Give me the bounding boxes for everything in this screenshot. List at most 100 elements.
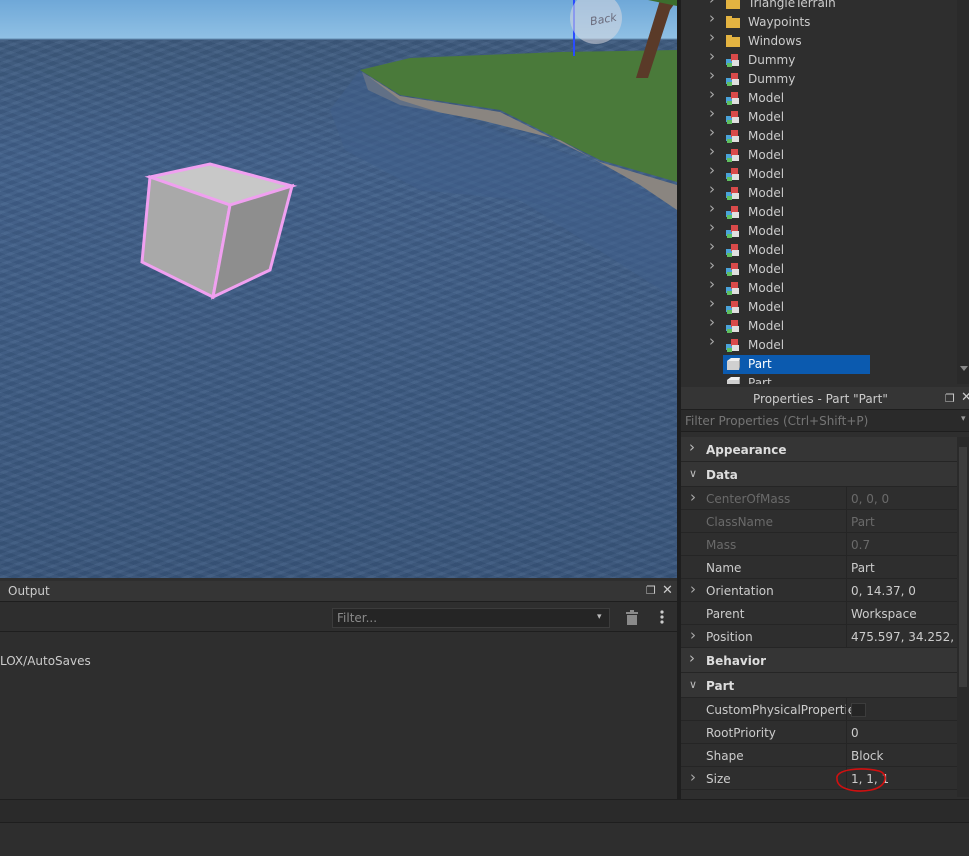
chevron-right-icon[interactable]: › [709, 68, 717, 83]
chevron-down-icon[interactable]: ∨ [689, 467, 697, 480]
category-label: Appearance [706, 443, 787, 457]
explorer-scrollbar[interactable] [957, 0, 969, 384]
close-icon[interactable]: ✕ [961, 390, 969, 405]
3d-viewport[interactable]: Back [0, 0, 677, 578]
explorer-item[interactable]: Part [681, 355, 957, 374]
chevron-right-icon[interactable]: › [690, 580, 696, 598]
property-row[interactable]: › Orientation 0, 14.37, 0 [681, 579, 957, 602]
explorer-item[interactable]: › Model [681, 277, 957, 298]
chevron-right-icon[interactable]: › [690, 768, 696, 786]
column-divider [846, 556, 847, 579]
chevron-right-icon[interactable]: › [709, 315, 717, 330]
undock-icon[interactable]: ❐ [945, 392, 955, 405]
property-category[interactable]: ∨ Data [681, 462, 957, 487]
chevron-right-icon[interactable]: › [709, 125, 717, 140]
explorer-item[interactable]: › Model [681, 106, 957, 127]
property-row[interactable]: Parent Workspace [681, 602, 957, 625]
chevron-right-icon[interactable]: › [709, 277, 717, 292]
chevron-right-icon[interactable]: › [709, 334, 717, 349]
chevron-right-icon[interactable]: › [709, 30, 717, 45]
chevron-right-icon[interactable]: › [709, 182, 717, 197]
explorer-item[interactable]: › Model [681, 144, 957, 165]
chevron-down-icon[interactable]: ∨ [689, 678, 697, 691]
property-value[interactable]: 475.597, 34.252, -... [851, 630, 969, 644]
property-value[interactable]: 0 [851, 726, 859, 740]
explorer-item[interactable]: › Model [681, 239, 957, 260]
column-divider [846, 721, 847, 744]
explorer-item[interactable]: › TriangleTerrain [681, 0, 957, 13]
properties-scrollbar[interactable] [957, 437, 969, 797]
property-name: Parent [706, 607, 745, 621]
explorer-item[interactable]: › Model [681, 201, 957, 222]
explorer-item[interactable]: › Dummy [681, 49, 957, 70]
explorer-item-label: Part [748, 357, 772, 371]
property-value[interactable]: 0, 14.37, 0 [851, 584, 916, 598]
scroll-down-arrow-icon[interactable] [960, 366, 968, 371]
explorer-item[interactable]: › Model [681, 163, 957, 184]
output-title-bar: Output ❐ ✕ [0, 581, 677, 602]
property-row[interactable]: ClassName Part [681, 510, 957, 533]
chevron-right-icon[interactable]: › [709, 220, 717, 235]
properties-title-bar: Properties - Part "Part" ❐ ✕ [681, 387, 969, 410]
chevron-right-icon[interactable]: › [709, 106, 717, 121]
property-row[interactable]: Name Part [681, 556, 957, 579]
explorer-item[interactable]: › Model [681, 182, 957, 203]
properties-filter-input[interactable] [685, 412, 957, 430]
property-row[interactable]: Shape Block [681, 744, 957, 767]
property-name: Name [706, 561, 742, 575]
explorer-item[interactable]: › Model [681, 125, 957, 146]
property-row[interactable]: CustomPhysicalProperties [681, 698, 957, 721]
chevron-right-icon[interactable]: › [709, 201, 717, 216]
explorer-item-label: Windows [748, 34, 802, 48]
output-filter-input[interactable]: Filter... ▾ [332, 608, 610, 628]
chevron-right-icon[interactable]: › [709, 296, 717, 311]
explorer-item[interactable]: › Model [681, 87, 957, 108]
explorer-item[interactable]: › Model [681, 334, 957, 355]
property-category[interactable]: › Appearance [681, 437, 957, 462]
model-icon [726, 73, 739, 86]
chevron-down-icon[interactable]: ▾ [597, 612, 602, 622]
explorer-item[interactable]: › Model [681, 258, 957, 279]
property-category[interactable]: ∨ Part [681, 673, 957, 698]
column-divider [846, 698, 847, 721]
chevron-right-icon[interactable]: › [709, 144, 717, 159]
explorer-item[interactable]: › Waypoints [681, 11, 957, 32]
chevron-right-icon[interactable]: › [709, 163, 717, 178]
property-row[interactable]: RootPriority 0 [681, 721, 957, 744]
close-icon[interactable]: ✕ [662, 583, 673, 598]
property-value: 0, 0, 0 [851, 492, 890, 506]
property-row[interactable]: › CenterOfMass 0, 0, 0 [681, 487, 957, 510]
properties-title: Properties - Part "Part" [753, 392, 888, 406]
filter-dropdown-icon[interactable]: ▾ [961, 414, 966, 424]
property-category[interactable]: › Behavior [681, 648, 957, 673]
property-value[interactable]: Block [851, 749, 883, 763]
undock-icon[interactable]: ❐ [646, 584, 656, 597]
explorer-item[interactable]: Part [681, 374, 957, 384]
command-bar[interactable] [0, 799, 969, 823]
chevron-right-icon[interactable]: › [689, 649, 695, 667]
explorer-item[interactable]: › Model [681, 296, 957, 317]
chevron-right-icon[interactable]: › [689, 438, 695, 456]
property-value[interactable]: Workspace [851, 607, 917, 621]
explorer-item[interactable]: › Model [681, 315, 957, 336]
property-row[interactable]: › Size 1, 1, 1 [681, 767, 957, 790]
chevron-right-icon[interactable]: › [690, 626, 696, 644]
property-checkbox[interactable] [851, 703, 866, 717]
chevron-right-icon[interactable]: › [709, 49, 717, 64]
chevron-right-icon[interactable]: › [709, 11, 717, 26]
chevron-right-icon[interactable]: › [709, 87, 717, 102]
trash-icon[interactable] [625, 610, 639, 625]
explorer-item[interactable]: › Windows [681, 30, 957, 51]
chevron-right-icon[interactable]: › [709, 0, 717, 7]
chevron-right-icon[interactable]: › [709, 258, 717, 273]
property-row[interactable]: › Position 475.597, 34.252, -... [681, 625, 969, 648]
output-filter-placeholder: Filter... [337, 611, 378, 625]
chevron-right-icon[interactable]: › [690, 488, 696, 506]
property-value[interactable]: Part [851, 561, 875, 575]
chevron-right-icon[interactable]: › [709, 239, 717, 254]
more-options-icon[interactable] [659, 610, 665, 624]
explorer-item[interactable]: › Model [681, 220, 957, 241]
explorer-item[interactable]: › Dummy [681, 68, 957, 89]
property-row[interactable]: Mass 0.7 [681, 533, 957, 556]
scrollbar-thumb[interactable] [959, 447, 967, 687]
